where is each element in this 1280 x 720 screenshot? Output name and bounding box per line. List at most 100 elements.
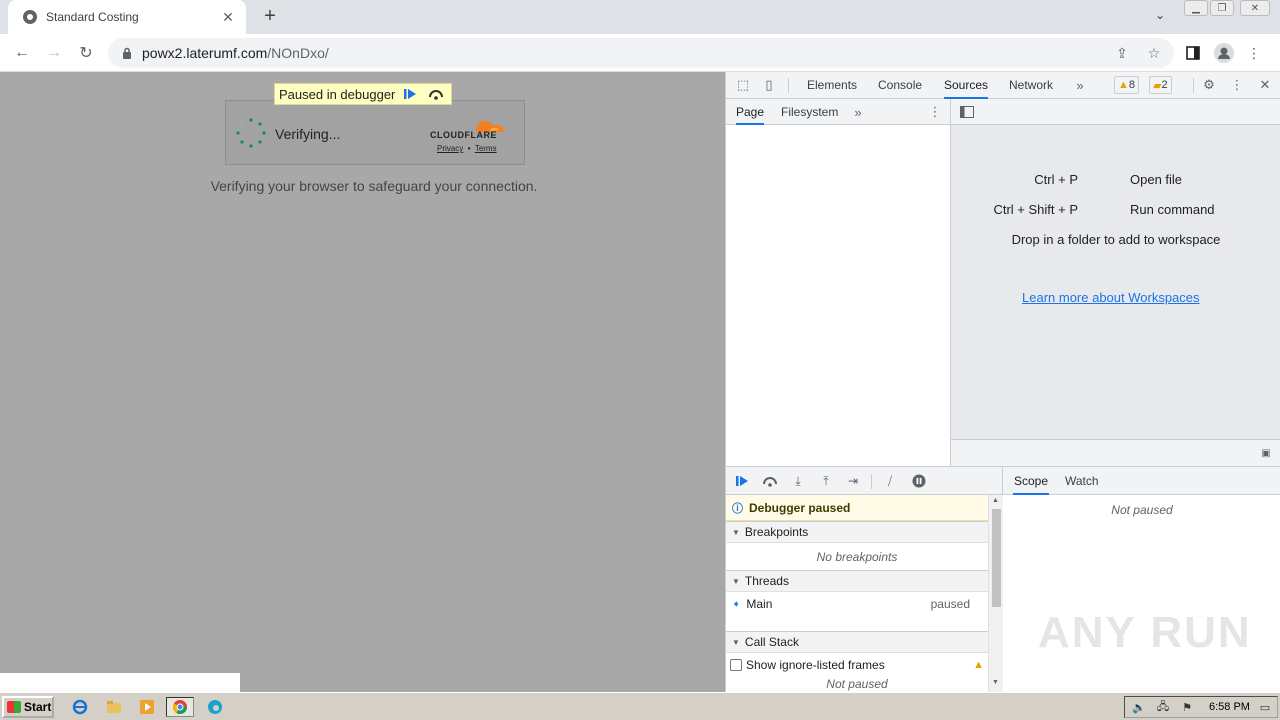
ignore-frames-label: Show ignore-listed frames [746, 658, 885, 672]
navigator-menu-icon[interactable]: ⋮ [925, 103, 945, 121]
expand-triangle-icon: ▼ [732, 527, 740, 537]
expand-triangle-icon: ▼ [732, 637, 740, 647]
debugger-sidebar: ⤓ ⤒ ⇥ ⧸ ⓘ Debugger paused ▼ Breakpoints … [726, 466, 1003, 693]
start-button[interactable]: Start [2, 696, 54, 718]
tab-network[interactable]: Network [1009, 72, 1053, 99]
ignore-frames-row: Show ignore-listed frames ▲ [726, 654, 988, 676]
threads-section[interactable]: ▼ Threads [726, 570, 988, 592]
toggle-navigator-icon[interactable] [957, 103, 977, 121]
callstack-not-paused: Not paused [826, 677, 888, 691]
file-explorer-icon[interactable] [103, 697, 125, 717]
privacy-link[interactable]: Privacy [437, 144, 463, 153]
internet-explorer-icon[interactable] [69, 697, 91, 717]
deactivate-breakpoints-icon[interactable]: ⧸ [880, 472, 900, 490]
workspace-hint: Drop in a folder to add to workspace [1011, 232, 1221, 247]
resume-icon[interactable] [399, 85, 421, 103]
flag-icon[interactable]: ⚑ [1177, 699, 1197, 715]
step-over-icon[interactable] [425, 85, 447, 103]
navigator-tabs: Page Filesystem » ⋮ [726, 99, 950, 125]
more-navigator-tabs-icon[interactable]: » [848, 103, 868, 121]
minimize-button[interactable]: ▁ [1184, 0, 1208, 16]
ignore-frames-checkbox[interactable] [730, 659, 742, 671]
inspect-element-icon[interactable]: ⬚ [733, 76, 753, 94]
paused-in-debugger-banner: Paused in debugger [274, 83, 453, 105]
step-over-icon[interactable] [760, 472, 780, 490]
debugger-separator [871, 474, 872, 489]
scroll-thumb[interactable] [992, 509, 1001, 607]
share-icon[interactable]: ⇪ [1112, 43, 1132, 63]
browser-tab[interactable]: Standard Costing ✕ [8, 0, 246, 34]
step-out-icon[interactable]: ⤒ [816, 472, 836, 490]
pause-on-exceptions-icon[interactable] [909, 472, 929, 490]
media-player-icon[interactable] [136, 697, 158, 717]
profile-avatar-icon[interactable] [1214, 43, 1234, 63]
paused-banner-label: Paused in debugger [279, 86, 396, 102]
more-tabs-chevron-icon[interactable]: » [1070, 76, 1090, 94]
settings-gear-icon[interactable]: ⚙ [1199, 76, 1219, 94]
show-desktop-icon[interactable]: ▭ [1255, 699, 1275, 715]
globe-icon [22, 9, 38, 25]
debugger-paused-banner: ⓘ Debugger paused [726, 495, 988, 521]
close-tab-icon[interactable]: ✕ [220, 9, 236, 25]
current-thread-arrow-icon: ➧ [732, 598, 741, 610]
scroll-up-icon[interactable]: ▲ [992, 497, 999, 504]
step-into-icon[interactable]: ⤓ [788, 472, 808, 490]
sources-navigator: Page Filesystem » ⋮ [726, 99, 951, 466]
callstack-section[interactable]: ▼ Call Stack [726, 631, 988, 653]
devtools-separator [1193, 78, 1194, 93]
thread-status: paused [930, 597, 970, 611]
address-bar[interactable]: powx2.laterumf.com/NOnDxo/ [108, 38, 1174, 68]
reload-button[interactable]: ↻ [74, 41, 98, 65]
expand-triangle-icon: ▼ [732, 576, 740, 586]
menu-kebab-icon[interactable]: ⋮ [1244, 43, 1264, 63]
threads-label: Threads [744, 574, 789, 588]
learn-workspaces-link[interactable]: Learn more about Workspaces [1022, 290, 1200, 305]
warning-count: 8 [1128, 79, 1136, 91]
anyrun-watermark: ANY RUN [1038, 608, 1252, 657]
tab-page[interactable]: Page [736, 99, 765, 125]
devtools-menu-icon[interactable]: ⋮ [1227, 76, 1247, 94]
edge-icon[interactable] [204, 697, 226, 717]
bookmark-star-icon[interactable]: ☆ [1144, 43, 1164, 63]
restore-button[interactable]: ❐ [1210, 0, 1234, 16]
back-button[interactable]: ← [10, 41, 34, 65]
devtools-tabbar: ⬚ ▯ Elements Console Sources Network » ▲… [726, 72, 1280, 99]
tab-sources[interactable]: Sources [944, 72, 989, 99]
debugger-paused-label: Debugger paused [749, 500, 851, 515]
tab-search-icon[interactable]: ⌄ [1150, 8, 1170, 26]
shortcut-action: Open file [1130, 172, 1183, 187]
editor-bottom-bar: ▣ [951, 439, 1280, 466]
tab-console[interactable]: Console [878, 72, 922, 99]
devtools-separator [788, 78, 789, 93]
issues-badge[interactable]: ▰ 2 [1149, 76, 1172, 94]
tab-elements[interactable]: Elements [807, 72, 857, 99]
step-icon[interactable]: ⇥ [843, 472, 863, 490]
cf-link-separator: • [467, 144, 471, 153]
device-toolbar-icon[interactable]: ▯ [759, 76, 779, 94]
toggle-debugger-icon[interactable]: ▣ [1256, 444, 1276, 462]
volume-icon[interactable]: 🔈 [1129, 699, 1149, 715]
network-icon[interactable]: 🖧 [1153, 699, 1173, 715]
debugger-toolbar: ⤓ ⤒ ⇥ ⧸ [726, 467, 1002, 495]
scope-watch-pane: Scope Watch Not paused [1003, 466, 1280, 692]
tab-scope[interactable]: Scope [1013, 467, 1050, 495]
page-viewport: Verifying... CLOUDFLARE Privacy • Terms … [0, 72, 725, 692]
thread-row-main[interactable]: ➧ Main paused [726, 593, 988, 615]
side-panel-icon[interactable] [1183, 43, 1203, 63]
chrome-taskbar-icon[interactable] [166, 697, 194, 717]
lock-icon[interactable] [120, 46, 134, 60]
terms-link[interactable]: Terms [475, 144, 497, 153]
forward-button[interactable]: → [42, 41, 66, 65]
warnings-badge[interactable]: ▲ 8 [1114, 76, 1140, 94]
tab-filesystem[interactable]: Filesystem [781, 99, 838, 125]
warning-icon: ▲ [973, 659, 984, 671]
debugger-scrollbar[interactable]: ▲ ▼ [988, 495, 1003, 693]
windows-logo-icon [7, 701, 21, 713]
breakpoints-section[interactable]: ▼ Breakpoints [726, 521, 988, 543]
close-window-button[interactable]: ✕ [1240, 0, 1270, 16]
close-devtools-icon[interactable]: ✕ [1255, 76, 1275, 94]
tab-watch[interactable]: Watch [1065, 467, 1099, 495]
scroll-down-icon[interactable]: ▼ [992, 679, 999, 686]
new-tab-button[interactable]: + [258, 6, 282, 28]
resume-icon[interactable] [732, 472, 752, 490]
